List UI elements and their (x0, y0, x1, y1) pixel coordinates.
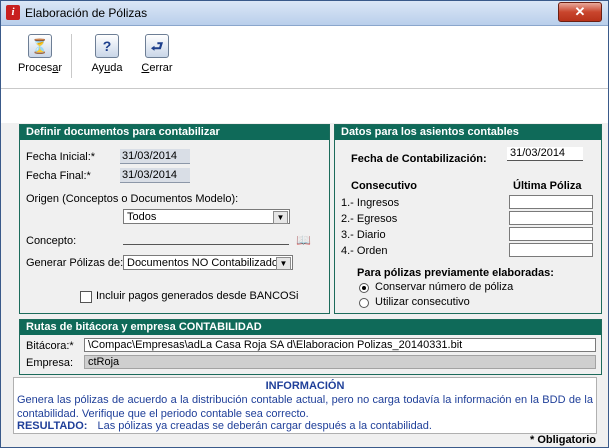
consecutivo-row-label: 1.- Ingresos (341, 197, 400, 209)
left-panel-header: Definir documentos para contabilizar (20, 125, 329, 140)
rutas-panel: Rutas de bitácora y empresa CONTABILIDAD… (19, 319, 602, 375)
consecutivo-label: Consecutivo (351, 180, 418, 192)
toolbar: ⏳ Procesar ? Ayuda ⮐ Cerrar (1, 26, 608, 89)
chevron-down-icon[interactable]: ▼ (273, 211, 288, 224)
orden-input[interactable] (509, 243, 593, 257)
previas-label: Para pólizas previamente elaboradas: (357, 267, 554, 279)
incluir-checkbox[interactable] (80, 291, 92, 303)
ultima-poliza-label: Última Póliza (513, 180, 582, 192)
window-title: Elaboración de Pólizas (25, 6, 148, 20)
origen-label: Origen (Conceptos o Documentos Modelo): (26, 193, 239, 205)
bitacora-field[interactable]: \Compac\Empresas\adLa Casa Roja SA d\Ela… (84, 338, 596, 352)
concepto-input[interactable] (123, 232, 289, 245)
generar-select[interactable]: Documentos NO Contabilizado ▼ (123, 255, 293, 270)
left-panel: Definir documentos para contabilizar Fec… (19, 124, 330, 314)
procesar-button[interactable]: ⏳ Procesar (15, 29, 65, 83)
exit-icon: ⮐ (145, 34, 169, 58)
procesar-label: Procesar (17, 62, 63, 74)
fecha-contab-label: Fecha de Contabilización: (351, 153, 487, 165)
egresos-input[interactable] (509, 211, 593, 225)
conservar-label: Conservar número de póliza (375, 281, 514, 293)
origen-select[interactable]: Todos ▼ (123, 209, 290, 224)
conservar-radio[interactable] (359, 283, 369, 293)
right-panel: Datos para los asientos contables Fecha … (334, 124, 602, 314)
fecha-inicial-label: Fecha Inicial:* (26, 151, 96, 163)
cerrar-label: Cerrar (141, 62, 173, 74)
toolbar-separator (71, 34, 72, 78)
fecha-final-field[interactable]: 31/03/2014 (120, 168, 190, 183)
app-icon: i (6, 5, 20, 20)
concepto-label: Concepto: (26, 235, 77, 247)
empresa-label: Empresa: (26, 357, 74, 369)
rutas-header: Rutas de bitácora y empresa CONTABILIDAD (20, 320, 601, 335)
utilizar-label: Utilizar consecutivo (375, 296, 470, 308)
empresa-field: ctRoja (84, 355, 596, 369)
consecutivo-row-label: 4.- Orden (341, 245, 388, 257)
ingresos-input[interactable] (509, 195, 593, 209)
fecha-inicial-field[interactable]: 31/03/2014 (120, 149, 190, 164)
close-button[interactable]: ✕ (558, 2, 602, 22)
hourglass-icon: ⏳ (28, 34, 52, 58)
result-text: Las pólizas ya creadas se deberán cargar… (97, 420, 432, 432)
title-bar[interactable]: i Elaboración de Pólizas ✕ (1, 1, 608, 26)
fecha-final-label: Fecha Final:* (26, 170, 91, 182)
consecutivo-row-label: 2.- Egresos (341, 213, 398, 225)
result-label: RESULTADO: (17, 420, 88, 432)
help-icon: ? (95, 34, 119, 58)
utilizar-radio[interactable] (359, 298, 369, 308)
info-box: INFORMACIÓN Genera las pólizas de acuerd… (13, 377, 597, 434)
info-title: INFORMACIÓN (265, 380, 345, 392)
bitacora-label: Bitácora:* (26, 340, 74, 352)
generar-value: Documentos NO Contabilizado (127, 257, 279, 269)
chevron-down-icon[interactable]: ▼ (276, 257, 291, 270)
ayuda-button[interactable]: ? Ayuda (85, 29, 129, 83)
incluir-label: Incluir pagos generados desde BANCOSi (96, 290, 299, 302)
info-result: RESULTADO: Las pólizas ya creadas se debe… (17, 420, 432, 432)
ayuda-label: Ayuda (91, 62, 123, 74)
generar-label: Generar Pólizas de: (26, 257, 124, 269)
book-icon[interactable]: 📖 (296, 234, 311, 246)
diario-input[interactable] (509, 227, 593, 241)
right-panel-header: Datos para los asientos contables (335, 125, 601, 140)
toolbar-spacer (1, 89, 608, 123)
origen-value: Todos (127, 211, 157, 223)
info-text: Genera las pólizas de acuerdo a la distr… (17, 394, 593, 420)
consecutivo-row-label: 3.- Diario (341, 229, 386, 241)
window: i Elaboración de Pólizas ✕ ⏳ Procesar ? … (0, 0, 609, 448)
mandatory-note: * Obligatorio (530, 434, 596, 446)
fecha-contab-field[interactable]: 31/03/2014 (507, 147, 583, 161)
cerrar-button[interactable]: ⮐ Cerrar (137, 29, 177, 83)
